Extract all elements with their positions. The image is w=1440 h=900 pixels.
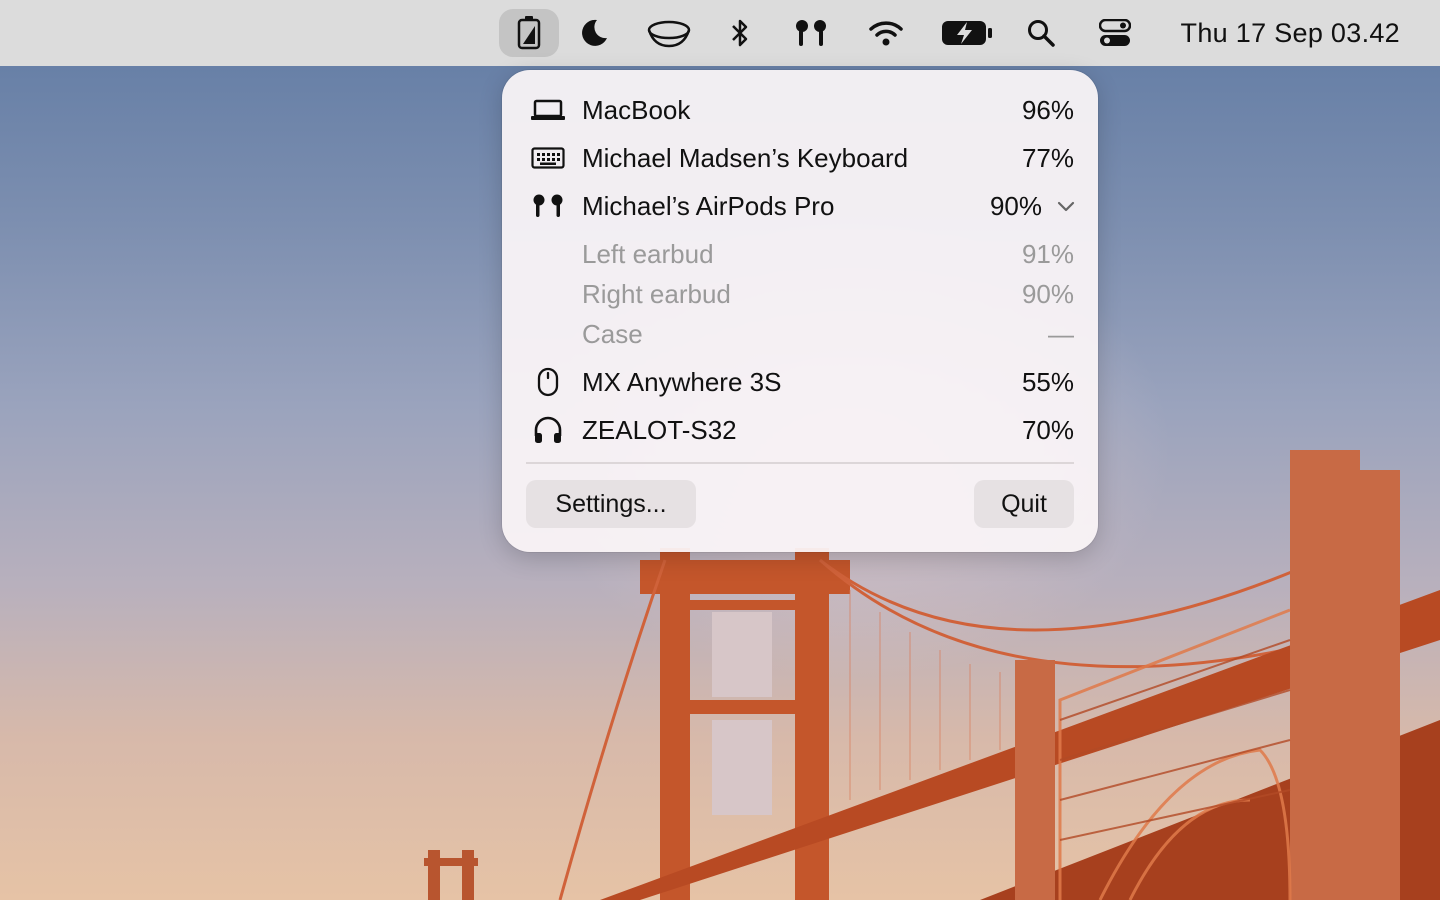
airpods-case: Case —: [502, 314, 1098, 354]
menubar-clock[interactable]: Thu 17 Sep 03.42: [1181, 0, 1400, 66]
keyboard-icon: [528, 138, 568, 178]
moon-icon[interactable]: [570, 9, 618, 57]
chevron-down-icon[interactable]: [1056, 196, 1076, 221]
device-row-keyboard[interactable]: Michael Madsen’s Keyboard 77%: [502, 138, 1098, 178]
quit-button[interactable]: Quit: [974, 480, 1074, 528]
airpods-right-earbud: Right earbud 90%: [502, 274, 1098, 314]
laptop-icon: [528, 90, 568, 130]
device-percent: 77%: [1021, 142, 1074, 173]
earbud-label: Left earbud: [582, 238, 714, 269]
case-percent: —: [1048, 318, 1074, 349]
control-center-icon[interactable]: [1091, 9, 1139, 57]
device-percent: 90%: [989, 190, 1042, 221]
earbud-label: Right earbud: [582, 278, 731, 309]
device-percent: 96%: [1021, 94, 1074, 125]
earbud-percent: 90%: [1021, 278, 1074, 309]
airpods-icon[interactable]: [787, 9, 835, 57]
device-label: Michael’s AirPods Pro: [582, 190, 835, 221]
bluetooth-icon[interactable]: [716, 9, 764, 57]
device-label: Michael Madsen’s Keyboard: [582, 142, 909, 173]
battery-charging-icon[interactable]: [940, 9, 994, 57]
wifi-icon[interactable]: [862, 9, 910, 57]
device-row-headphones[interactable]: ZEALOT-S32 70%: [502, 410, 1098, 450]
airpods-icon: [528, 186, 568, 226]
bowl-icon[interactable]: [645, 9, 693, 57]
mouse-icon: [528, 362, 568, 402]
earbud-percent: 91%: [1021, 238, 1074, 269]
menu-bar: Thu 17 Sep 03.42: [0, 0, 1440, 66]
divider: [526, 462, 1074, 464]
battery-popover: MacBook 96% Michael Madsen’s Keyboard 77…: [502, 70, 1098, 552]
device-label: ZEALOT-S32: [582, 414, 737, 445]
device-row-macbook[interactable]: MacBook 96%: [502, 90, 1098, 130]
headphones-icon: [528, 410, 568, 450]
device-percent: 70%: [1021, 414, 1074, 445]
device-row-mouse[interactable]: MX Anywhere 3S 55%: [502, 362, 1098, 402]
device-label: MacBook: [582, 94, 691, 125]
airpods-left-earbud: Left earbud 91%: [502, 234, 1098, 274]
case-label: Case: [582, 318, 643, 349]
settings-button[interactable]: Settings...: [526, 480, 696, 528]
battery-app-icon[interactable]: [499, 9, 559, 57]
device-percent: 55%: [1021, 366, 1074, 397]
search-icon[interactable]: [1017, 9, 1065, 57]
device-row-airpods[interactable]: Michael’s AirPods Pro 90%: [502, 186, 1098, 226]
device-label: MX Anywhere 3S: [582, 366, 782, 397]
